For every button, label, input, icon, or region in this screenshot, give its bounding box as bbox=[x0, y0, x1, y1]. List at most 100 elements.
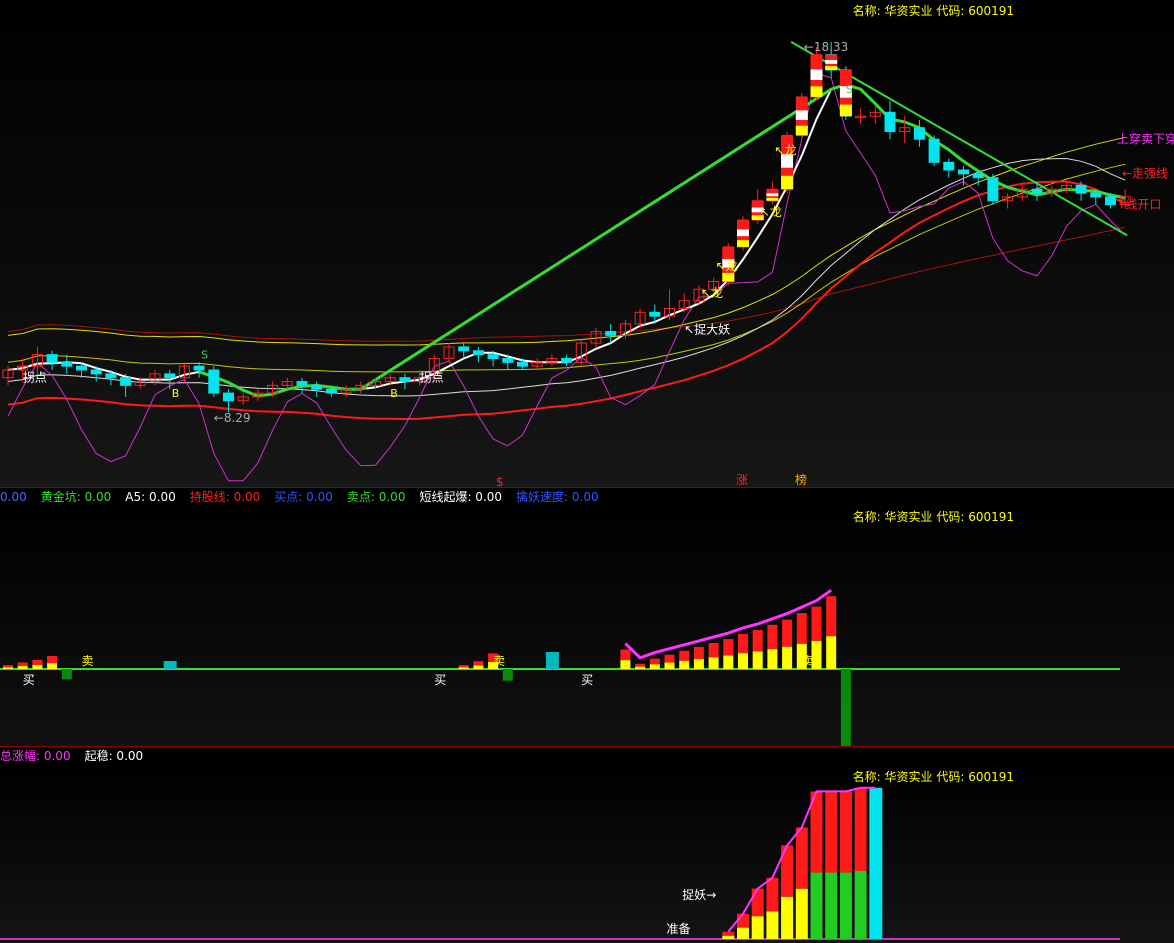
long-label: ↖龙 bbox=[774, 144, 796, 158]
name-label: 名称: bbox=[852, 4, 881, 18]
candle bbox=[546, 354, 558, 367]
gain-bar-lower bbox=[751, 916, 764, 939]
candle-body bbox=[605, 331, 617, 336]
green-trend-line bbox=[198, 82, 1126, 398]
candle-body bbox=[649, 311, 661, 317]
candle-body bbox=[311, 384, 323, 390]
candle bbox=[193, 362, 205, 378]
signal-bar-red bbox=[811, 606, 822, 641]
gain-bar-red bbox=[751, 888, 764, 917]
signal-bar-yellow bbox=[752, 651, 763, 669]
signal-bar-red bbox=[620, 649, 631, 661]
signal-bar-red bbox=[458, 665, 469, 668]
candle bbox=[678, 293, 690, 313]
signal-chart[interactable]: 买 卖买 卖买 卖 bbox=[0, 507, 1174, 747]
legend-item: A5: 0.00 bbox=[125, 490, 176, 504]
gain-bar-red bbox=[722, 931, 735, 936]
gain-bar-lower bbox=[722, 935, 735, 939]
gain-chart[interactable]: 捉妖→ 准备 bbox=[0, 767, 1174, 943]
candle-body bbox=[120, 377, 132, 386]
signal-bar-yellow bbox=[723, 655, 734, 669]
low-price-label: ←8.29 bbox=[214, 411, 251, 425]
candle-body bbox=[296, 381, 308, 386]
candle-stripe bbox=[825, 66, 838, 70]
candle-body bbox=[61, 361, 73, 367]
signal-bar-yellow bbox=[32, 664, 43, 669]
candle bbox=[737, 216, 749, 251]
candle-stripe bbox=[737, 240, 749, 247]
sell-label: 卖 bbox=[802, 654, 814, 668]
legend-item: 卖点: 0.00 bbox=[346, 490, 406, 504]
signal-bar-red bbox=[738, 633, 748, 654]
candle-body bbox=[208, 369, 220, 394]
guaidian-label: 拐点 bbox=[420, 370, 444, 385]
candle-body bbox=[928, 138, 940, 163]
signal-bar-yellow bbox=[458, 667, 469, 669]
signal-bar-yellow bbox=[17, 666, 28, 669]
legend-item: 黄金坑: 0.00 bbox=[40, 490, 112, 504]
gain-bar-red bbox=[839, 791, 852, 873]
candle-body bbox=[325, 388, 337, 394]
gain-bar-red bbox=[854, 787, 867, 871]
signal-bar-red bbox=[47, 656, 58, 664]
zhang-mark: 涨 bbox=[736, 472, 748, 487]
main-kline-pane[interactable]: ←18.33 ←8.29 拐点 拐点 ↖龙 ↖龙 ↖龙 ↖龙 ↖捉大妖 B B S S $ 涨榜上穿卖下穿 ←… bbox=[0, 0, 1174, 488]
buy-b-mark: B bbox=[172, 387, 180, 400]
high-price-label: ←18.33 bbox=[804, 40, 848, 54]
candle-stripe bbox=[795, 110, 808, 120]
candle-stripe bbox=[810, 86, 823, 97]
candle-stripe bbox=[737, 229, 749, 237]
legend-item: 起稳: 0.00 bbox=[84, 749, 144, 763]
indicator-legend-bar: 0.00 黄金坑: 0.00 A5: 0.00 持股线: 0.00 买点: 0.00 卖点… bbox=[0, 488, 1174, 507]
signal-bar-green bbox=[840, 669, 851, 747]
legend-item: 持股线: 0.00 bbox=[189, 490, 261, 504]
candle-body bbox=[987, 177, 999, 202]
buy-label: 买 bbox=[434, 673, 446, 687]
candle bbox=[120, 373, 132, 397]
candle-body bbox=[1075, 184, 1087, 194]
kline-chart[interactable]: ←18.33←8.29拐点 拐点↖龙↖龙↖龙↖龙↖捉大妖B BSS$ 涨榜上穿卖下穿←… bbox=[0, 0, 1174, 488]
candle bbox=[1002, 193, 1014, 209]
signal-bar-red bbox=[664, 654, 675, 663]
name-label: 名称: bbox=[852, 770, 881, 784]
candle bbox=[61, 354, 73, 374]
candle-body bbox=[517, 361, 528, 367]
sell-label: 卖 bbox=[82, 654, 94, 668]
signal-pane[interactable]: 买 卖买 卖买 卖 名称: 华资实业 代码: 600191 bbox=[0, 507, 1174, 747]
candle bbox=[943, 158, 955, 178]
sell-s-mark: S bbox=[846, 83, 853, 96]
stock-code: 600191 bbox=[968, 4, 1014, 18]
candle-stripe bbox=[722, 272, 735, 282]
candle bbox=[884, 100, 896, 140]
stock-title: 名称: 华资实业 代码: 600191 bbox=[853, 768, 1014, 785]
gain-bar-cyan bbox=[869, 787, 883, 939]
long-label: ↖龙 bbox=[701, 286, 723, 300]
stock-title: 名称: 华资实业 代码: 600191 bbox=[853, 2, 1014, 19]
legend-item: 0.00 bbox=[0, 490, 27, 504]
legend-item: 总涨幅: 0.00 bbox=[0, 749, 71, 763]
candle bbox=[178, 362, 190, 382]
candle bbox=[531, 358, 543, 370]
candle-stripe bbox=[766, 197, 779, 201]
gain-bar-lower bbox=[766, 911, 779, 939]
buy-label: 买 bbox=[581, 673, 593, 687]
candle bbox=[561, 354, 573, 367]
gain-bar-lower bbox=[854, 870, 867, 939]
candle-body bbox=[958, 169, 969, 175]
code-label: 代码: bbox=[936, 770, 965, 784]
candle bbox=[913, 120, 925, 147]
candle-stripe bbox=[795, 125, 808, 136]
stock-code: 600191 bbox=[968, 770, 1014, 784]
candle-body bbox=[193, 365, 205, 371]
signal-bar-yellow bbox=[679, 660, 690, 669]
gain-bar-lower bbox=[810, 872, 823, 939]
signal-bar-red bbox=[708, 643, 719, 658]
signal-bar-cyan bbox=[163, 661, 177, 669]
capture-arrow-label: 捉妖→ bbox=[682, 887, 716, 902]
candle bbox=[664, 289, 675, 320]
gain-pane[interactable]: 捉妖→ 准备 名称: 华资实业 代码: 600191 bbox=[0, 767, 1174, 943]
gain-bar-red bbox=[795, 827, 808, 889]
signal-bar-yellow bbox=[693, 659, 704, 669]
magenta-osc-line bbox=[7, 72, 1126, 482]
signal-bar-red bbox=[782, 619, 793, 647]
